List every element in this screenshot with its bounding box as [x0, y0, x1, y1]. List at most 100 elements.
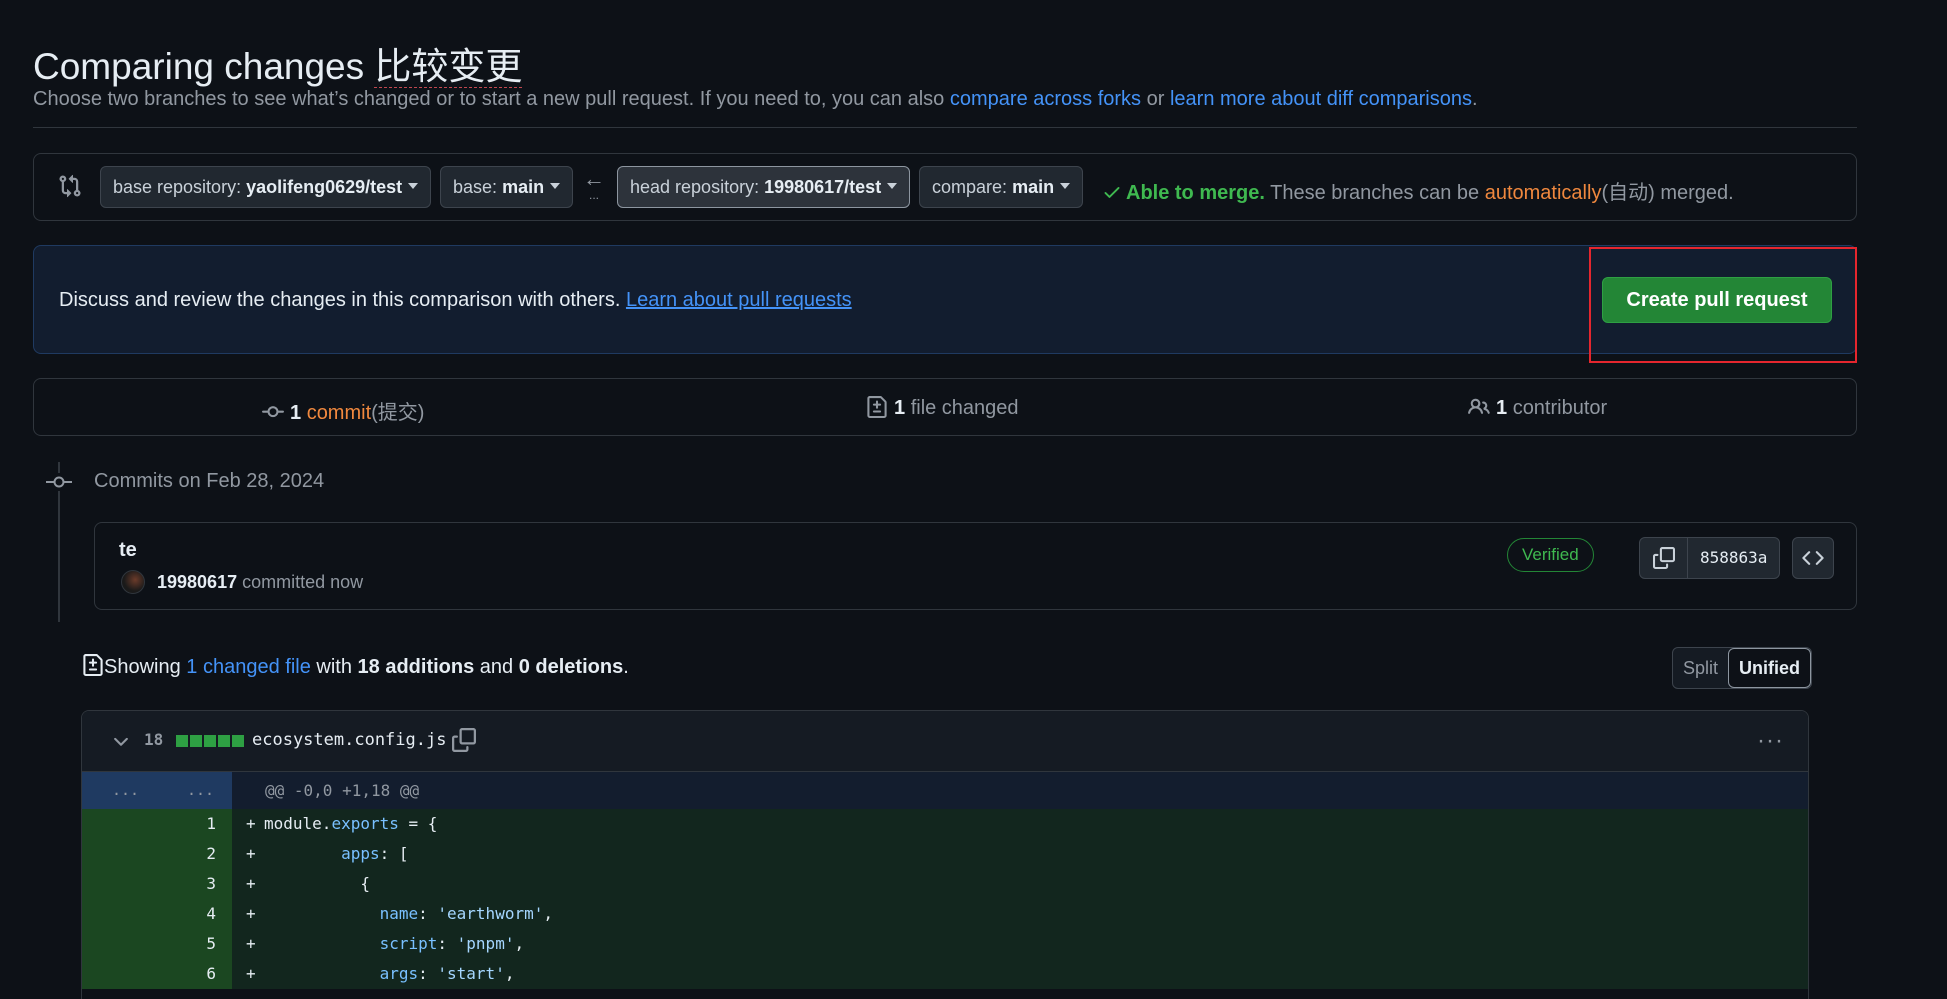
diff-lines: 1 + module.exports = {2 + apps: [3 + {4 + nam…	[82, 809, 1808, 989]
file-header: 18 ecosystem.config.js ···	[82, 711, 1808, 772]
split-view-button[interactable]: Split	[1673, 648, 1728, 688]
diff-comparisons-link[interactable]: learn more about diff comparisons	[1170, 88, 1472, 110]
compare-label: compare:	[932, 177, 1008, 197]
diff-view-toggle: Split Unified	[1672, 647, 1813, 689]
deletions-count: 0 deletions	[518, 656, 624, 678]
commits-date-heading: Commits on Feb 28, 2024	[94, 470, 325, 492]
copy-icon[interactable]	[452, 728, 476, 752]
commits-count: 1	[290, 402, 302, 424]
merge-status: Able to merge. These branches can be aut…	[1102, 176, 1734, 205]
learn-pull-requests-link[interactable]: Learn about pull requests	[626, 289, 852, 311]
range-editor: base repository: yaolifeng0629/test base…	[33, 153, 1857, 221]
line-number[interactable]: 3	[82, 869, 232, 899]
code-token: :	[437, 934, 457, 953]
changed-file-link[interactable]: 1 changed file	[186, 656, 311, 678]
arrow-dots: ...	[588, 188, 599, 202]
line-number[interactable]: 5	[82, 929, 232, 959]
avatar[interactable]	[121, 570, 145, 594]
hunk-expand[interactable]: ... ...	[82, 772, 232, 809]
commit-meta: 19980617 committed now	[157, 572, 363, 593]
diff-line: 6 + args: 'start',	[82, 959, 1808, 989]
commit-sha-link[interactable]: 858863a	[1688, 538, 1779, 578]
addition-marker: +	[246, 874, 256, 893]
verified-badge[interactable]: Verified	[1507, 538, 1594, 572]
copy-sha-button[interactable]	[1640, 538, 1688, 578]
diff-line: 5 + script: 'pnpm',	[82, 929, 1808, 959]
diff-line: 1 + module.exports = {	[82, 809, 1808, 839]
code-token: args	[379, 964, 419, 983]
unified-view-button[interactable]: Unified	[1728, 648, 1812, 688]
kebab-horizontal-icon[interactable]: ···	[1757, 727, 1784, 755]
line-number[interactable]: 2	[82, 839, 232, 869]
file-name-link[interactable]: ecosystem.config.js	[252, 730, 446, 750]
head-repository-select[interactable]: head repository: 19980617/test	[617, 166, 911, 208]
code-token: :	[418, 964, 438, 983]
commit-node-icon	[46, 473, 72, 491]
line-code: + script: 'pnpm',	[242, 934, 524, 953]
line-number[interactable]: 6	[82, 959, 232, 989]
base-repository-select[interactable]: base repository: yaolifeng0629/test	[100, 166, 432, 208]
people-icon	[1468, 398, 1490, 414]
diffstat-block	[232, 735, 244, 747]
hunk-range: @@ -0,0 +1,18 @@	[265, 781, 420, 800]
and-text: and	[479, 656, 514, 678]
code-icon	[1802, 551, 1824, 565]
addition-marker: +	[246, 964, 256, 983]
line-number-text: 5	[206, 934, 216, 953]
create-pull-request-button[interactable]: Create pull request	[1602, 277, 1832, 323]
browse-code-button[interactable]	[1792, 537, 1834, 579]
page-subtitle: Choose two branches to see what’s change…	[33, 88, 1478, 111]
commit-title[interactable]: te	[119, 539, 137, 562]
diff-line: 3 + {	[82, 869, 1808, 899]
contrib-label: contributor	[1512, 397, 1608, 419]
line-number-text: 3	[206, 874, 216, 893]
code-token: name	[379, 904, 419, 923]
banner-message: Discuss and review the changes in this c…	[59, 289, 621, 311]
line-number[interactable]: 4	[82, 899, 232, 929]
commits-cn: (提交)	[371, 402, 425, 424]
divider	[33, 127, 1857, 128]
arrow-left-icon: ← ...	[580, 168, 608, 208]
commit-author[interactable]: 19980617	[157, 572, 237, 592]
caret-down-icon	[408, 183, 419, 190]
compare-forks-link[interactable]: compare across forks	[950, 88, 1141, 110]
banner-text: Discuss and review the changes in this c…	[59, 289, 852, 312]
chevron-down-icon[interactable]	[110, 731, 132, 753]
addition-marker: +	[246, 814, 256, 833]
diffstat-block	[190, 735, 202, 747]
code-token: ,	[514, 934, 525, 953]
diff-summary: Showing 1 changed file with 18 additions…	[82, 654, 629, 679]
diffstat-block	[176, 735, 188, 747]
caret-down-icon	[1060, 183, 1071, 190]
git-compare-icon	[59, 174, 81, 198]
line-number[interactable]: 1	[82, 809, 232, 839]
code-token: 'pnpm'	[456, 934, 515, 953]
files-label: file changed	[910, 397, 1019, 419]
line-code: + {	[242, 874, 370, 893]
additions-count: 18 additions	[357, 656, 475, 678]
code-token: module.	[264, 814, 332, 833]
subtitle-or: or	[1146, 88, 1165, 110]
diff-line: 4 + name: 'earthworm',	[82, 899, 1808, 929]
compare-branch-select[interactable]: compare: main	[919, 166, 1084, 208]
line-code: + apps: [	[242, 844, 409, 863]
diff-line: 2 + apps: [	[82, 839, 1808, 869]
merge-auto: automatically	[1484, 182, 1602, 204]
file-diff: 18 ecosystem.config.js ··· ... ... @@ -0…	[81, 710, 1809, 999]
code-token: = {	[398, 814, 438, 833]
addition-marker: +	[246, 904, 256, 923]
commits-summary[interactable]: 1 commit(提交)	[262, 396, 424, 425]
base-branch-select[interactable]: base: main	[440, 166, 574, 208]
base-label: base:	[453, 177, 498, 197]
caret-down-icon	[887, 183, 898, 190]
commit-time: committed now	[242, 572, 364, 592]
code-token: :	[418, 904, 438, 923]
files-summary[interactable]: 1 file changed	[866, 396, 1019, 420]
addition-marker: +	[246, 844, 256, 863]
code-token: ,	[543, 904, 553, 923]
line-number-text: 6	[206, 964, 216, 983]
hunk-right-dots: ...	[187, 781, 215, 799]
addition-marker: +	[246, 934, 256, 953]
contributors-summary[interactable]: 1 contributor	[1468, 396, 1607, 420]
subtitle-end: .	[1471, 88, 1478, 110]
